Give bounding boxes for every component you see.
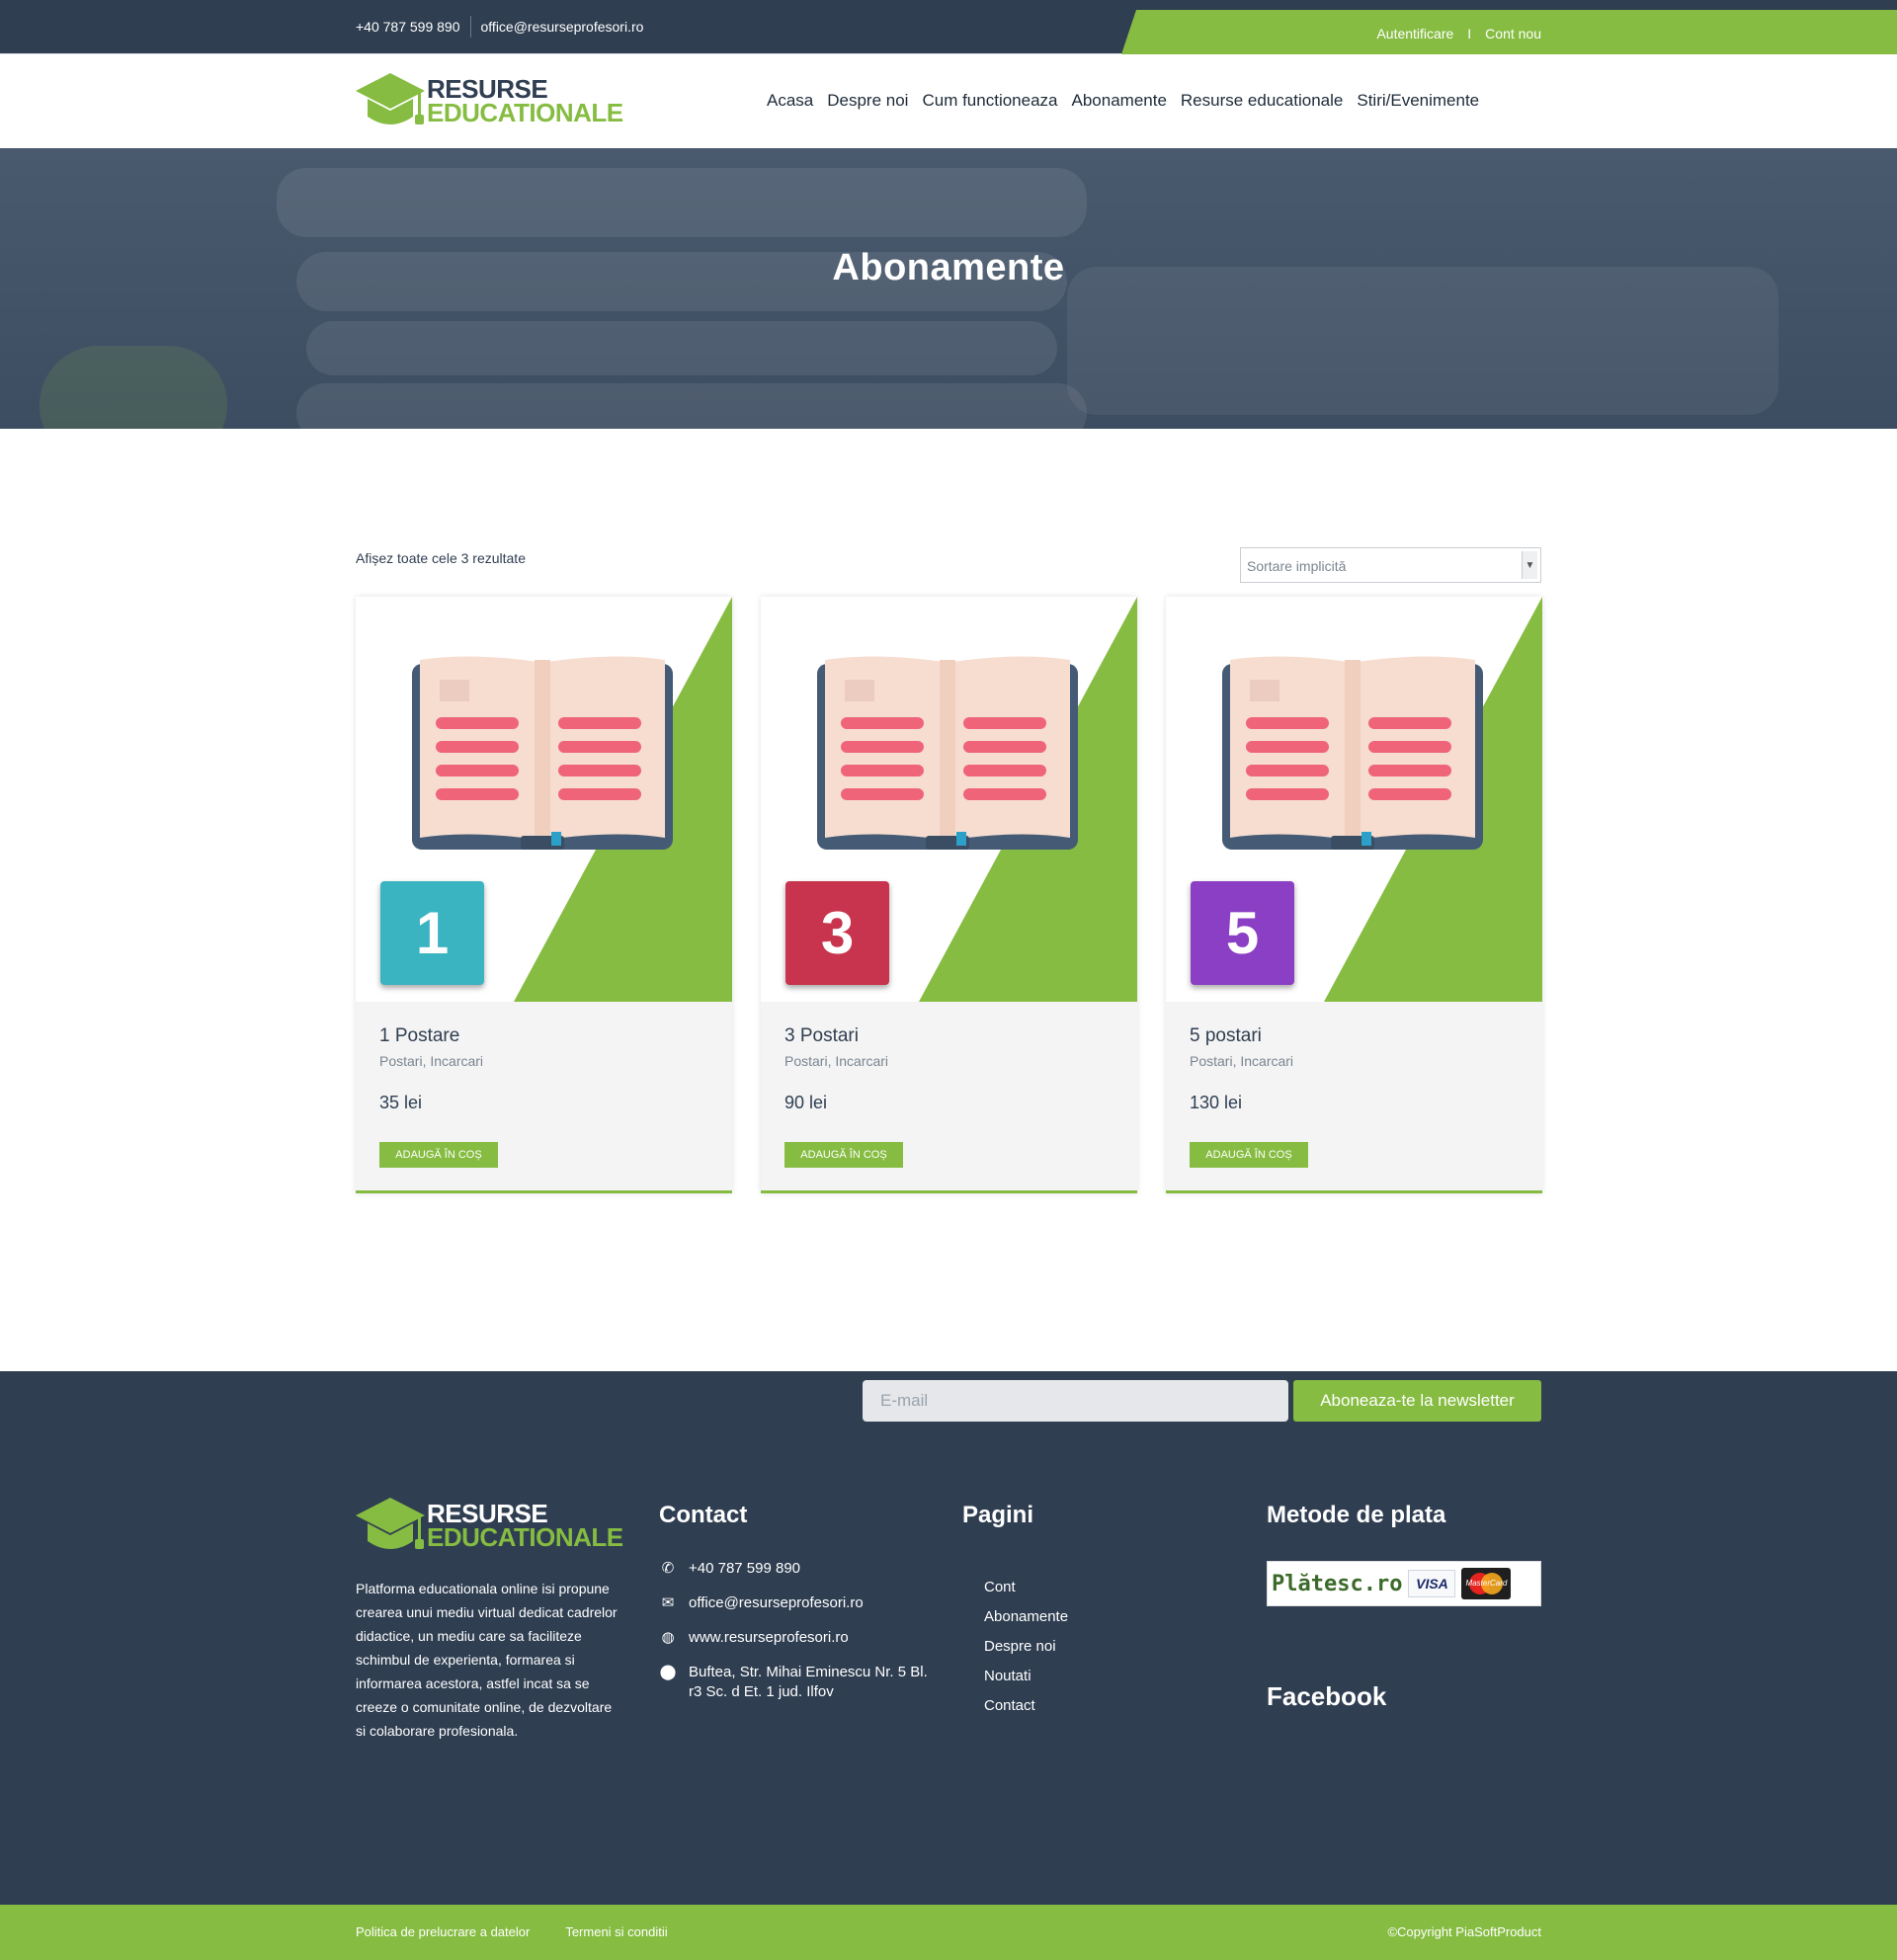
sort-selected-value: Sortare implicită xyxy=(1247,558,1347,574)
nav-item-acasa[interactable]: Acasa xyxy=(767,91,813,111)
product-title[interactable]: 5 postari xyxy=(1190,1025,1262,1047)
product-price: 130 lei xyxy=(1190,1093,1243,1112)
product-image[interactable]: 1 xyxy=(356,597,732,1002)
contact-email[interactable]: office@resurseprofesori.ro xyxy=(689,1593,864,1613)
open-book-icon xyxy=(412,656,673,850)
divider xyxy=(469,16,471,38)
bottom-bar: Politica de prelucrare a datelor Termeni… xyxy=(0,1905,1897,1960)
visa-logo: VISA xyxy=(1408,1570,1456,1597)
background-apple xyxy=(40,346,227,429)
globe-icon: ◍ xyxy=(661,1629,675,1646)
top-phone[interactable]: +40 787 599 890 xyxy=(356,19,460,35)
graduation-cap-icon xyxy=(356,73,425,124)
nav-item-stiri-evenimente[interactable]: Stiri/Evenimente xyxy=(1357,91,1479,111)
main-nav: Acasa Despre noi Cum functioneaza Abonam… xyxy=(767,91,1479,111)
number-badge: 3 xyxy=(785,881,889,985)
terms-link[interactable]: Termeni si conditii xyxy=(565,1924,667,1939)
product-title[interactable]: 3 Postari xyxy=(784,1025,859,1047)
login-link[interactable]: Autentificare xyxy=(1376,26,1453,41)
copyright-text: ©Copyright PiaSoftProduct xyxy=(1387,1924,1541,1939)
add-to-cart-button[interactable]: ADAUGĂ ÎN COȘ xyxy=(1190,1142,1308,1168)
product-card[interactable]: 3 3 Postari Postari, Incarcari 90 lei AD… xyxy=(761,597,1137,1193)
product-price: 90 lei xyxy=(784,1093,828,1112)
chevron-down-icon: ▼ xyxy=(1522,551,1537,579)
logo-line-2: EDUCATIONALE xyxy=(427,98,623,127)
open-book-icon xyxy=(1222,656,1483,850)
phone-icon: ✆ xyxy=(661,1560,675,1577)
footer-pages: Cont Abonamente Despre noi Noutati Conta… xyxy=(984,1578,1068,1726)
product-title[interactable]: 1 Postare xyxy=(379,1025,459,1047)
contact-website-row[interactable]: ◍ www.resurseprofesori.ro xyxy=(659,1628,936,1648)
product-price: 35 lei xyxy=(379,1093,423,1112)
divider: I xyxy=(1467,26,1472,41)
contact-email-row[interactable]: ✉ office@resurseprofesori.ro xyxy=(659,1593,936,1613)
pages-heading: Pagini xyxy=(962,1502,1034,1528)
logo-line-2: EDUCATIONALE xyxy=(427,1522,623,1552)
footer-link-abonamente[interactable]: Abonamente xyxy=(984,1607,1068,1626)
sort-select[interactable]: Sortare implicită ▼ xyxy=(1240,547,1541,583)
background-book xyxy=(306,321,1057,375)
privacy-policy-link[interactable]: Politica de prelucrare a datelor xyxy=(356,1924,530,1939)
results-count: Afișez toate cele 3 rezultate xyxy=(356,550,526,566)
nav-item-resurse-educationale[interactable]: Resurse educationale xyxy=(1181,91,1343,111)
facebook-heading: Facebook xyxy=(1267,1681,1387,1711)
footer-contact: ✆ +40 787 599 890 ✉ office@resurseprofes… xyxy=(659,1559,936,1717)
product-categories[interactable]: Postari, Incarcari xyxy=(1190,1053,1293,1069)
footer-link-despre-noi[interactable]: Despre noi xyxy=(984,1637,1068,1656)
account-links: Autentificare I Cont nou xyxy=(1376,26,1541,41)
product-card[interactable]: 1 1 Postare Postari, Incarcari 35 lei AD… xyxy=(356,597,732,1193)
envelope-icon: ✉ xyxy=(661,1594,675,1611)
newsletter-email-input[interactable] xyxy=(863,1380,1288,1422)
background-book xyxy=(277,168,1087,237)
newsletter-subscribe-button[interactable]: Aboneaza-te la newsletter xyxy=(1293,1380,1541,1422)
add-to-cart-button[interactable]: ADAUGĂ ÎN COȘ xyxy=(784,1142,903,1168)
footer-logo[interactable]: RESURSE EDUCATIONALE xyxy=(356,1498,623,1557)
contact-heading: Contact xyxy=(659,1502,748,1528)
site-footer xyxy=(0,1371,1897,1905)
hero-banner: Abonamente xyxy=(0,148,1897,429)
product-image[interactable]: 3 xyxy=(761,597,1137,1002)
top-contact: +40 787 599 890 office@resurseprofesori.… xyxy=(356,16,643,38)
product-image[interactable]: 5 xyxy=(1166,597,1542,1002)
nav-item-abonamente[interactable]: Abonamente xyxy=(1072,91,1167,111)
contact-phone[interactable]: +40 787 599 890 xyxy=(689,1559,800,1579)
nav-item-cum-functioneaza[interactable]: Cum functioneaza xyxy=(922,91,1057,111)
platesc-logo: Plătesc.ro xyxy=(1272,1571,1403,1596)
product-categories[interactable]: Postari, Incarcari xyxy=(379,1053,483,1069)
background-book xyxy=(296,383,1087,429)
top-email[interactable]: office@resurseprofesori.ro xyxy=(481,19,644,35)
contact-address-row: ⬤ Buftea, Str. Mihai Eminescu Nr. 5 Bl. … xyxy=(659,1663,936,1702)
contact-address: Buftea, Str. Mihai Eminescu Nr. 5 Bl. r3… xyxy=(689,1664,928,1700)
add-to-cart-button[interactable]: ADAUGĂ ÎN COȘ xyxy=(379,1142,498,1168)
open-book-icon xyxy=(817,656,1078,850)
mastercard-label: MasterCard xyxy=(1465,1579,1508,1588)
footer-link-contact[interactable]: Contact xyxy=(984,1696,1068,1715)
site-logo[interactable]: RESURSE EDUCATIONALE xyxy=(356,73,623,132)
footer-about-text: Platforma educationala online isi propun… xyxy=(356,1581,618,1739)
logo-wordmark: RESURSE EDUCATIONALE xyxy=(427,1501,623,1552)
mastercard-logo: MasterCard xyxy=(1461,1568,1512,1599)
legal-links: Politica de prelucrare a datelor Termeni… xyxy=(356,1924,668,1939)
page-title: Abonamente xyxy=(832,247,1065,288)
product-categories[interactable]: Postari, Incarcari xyxy=(784,1053,888,1069)
footer-link-cont[interactable]: Cont xyxy=(984,1578,1068,1596)
number-badge: 5 xyxy=(1191,881,1294,985)
footer-link-noutati[interactable]: Noutati xyxy=(984,1667,1068,1685)
contact-website[interactable]: www.resurseprofesori.ro xyxy=(689,1628,849,1648)
register-link[interactable]: Cont nou xyxy=(1485,26,1541,41)
number-badge: 1 xyxy=(380,881,484,985)
map-pin-icon: ⬤ xyxy=(659,1664,677,1680)
logo-wordmark: RESURSE EDUCATIONALE xyxy=(427,76,623,127)
contact-phone-row[interactable]: ✆ +40 787 599 890 xyxy=(659,1559,936,1579)
nav-item-despre-noi[interactable]: Despre noi xyxy=(827,91,908,111)
payment-heading: Metode de plata xyxy=(1267,1502,1446,1528)
product-card[interactable]: 5 5 postari Postari, Incarcari 130 lei A… xyxy=(1166,597,1542,1193)
graduation-cap-icon xyxy=(356,1498,425,1549)
payment-methods-logo: Plătesc.ro VISA MasterCard xyxy=(1267,1561,1541,1606)
